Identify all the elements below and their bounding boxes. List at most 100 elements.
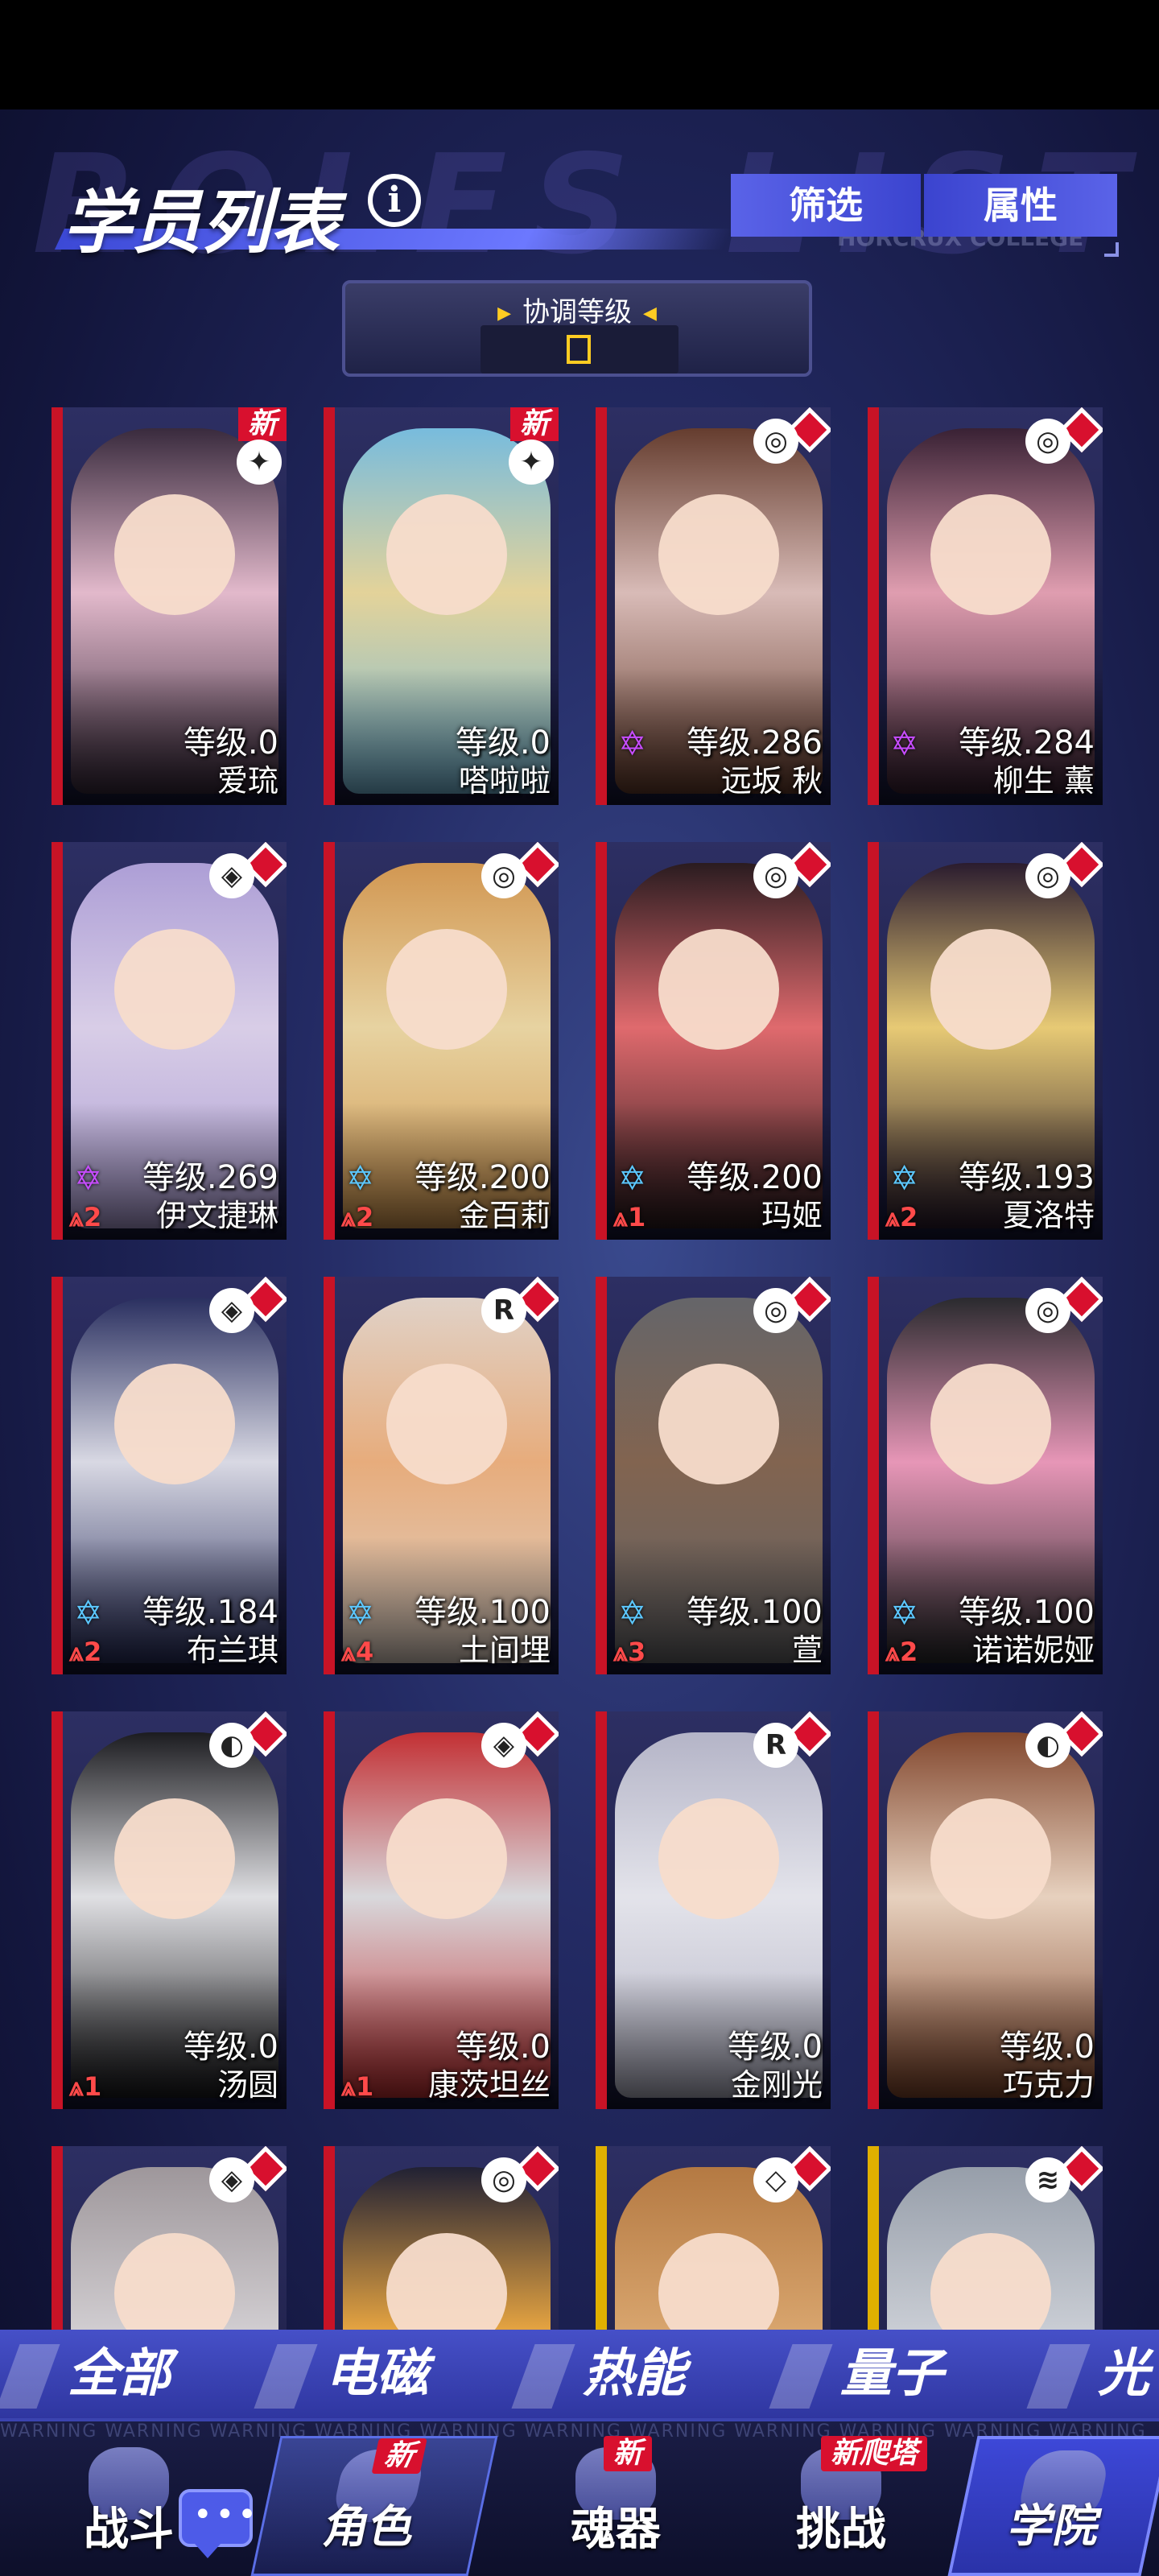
student-name: 玛姬 (761, 1198, 823, 1233)
status-bar (0, 0, 1159, 109)
star-icon: ✡ (890, 724, 919, 763)
tab-light[interactable]: 光 (1026, 2330, 1149, 2418)
character-face (114, 1798, 235, 1919)
star-icon: ✡ (74, 1593, 103, 1633)
star-icon: ✡ (618, 1593, 647, 1633)
character-face (930, 494, 1051, 615)
rank-indicator: ⩓2 (341, 1202, 374, 1232)
element-icon: ◎ (753, 853, 798, 898)
student-card[interactable]: ◐ 等级.0 巧克力 (868, 1711, 1103, 2109)
student-card[interactable]: ◎ ✡ ⩓3 等级.100 萱 (596, 1277, 831, 1674)
element-icon: ◈ (209, 1288, 254, 1333)
student-card[interactable]: ◎ ✡ ⩓1 等级.200 玛姬 (596, 842, 831, 1240)
student-name: 萱 (791, 1633, 823, 1668)
new-badge: 新 (604, 2436, 653, 2471)
nav-soul-label: 魂器 (571, 2504, 661, 2556)
tab-label: 电磁 (325, 2344, 428, 2404)
student-card[interactable]: ◎ ✡ ⩓2 等级.200 金百莉 (324, 842, 559, 1240)
character-face (658, 1364, 779, 1484)
nav-soul[interactable]: 新 魂器 (515, 2436, 716, 2576)
student-name: 巧克力 (1002, 2067, 1095, 2103)
student-card[interactable]: 新 ✦ 等级.0 嗒啦啦 (324, 407, 559, 805)
tab-chevron (0, 2344, 60, 2409)
student-name: 金刚光 (730, 2067, 823, 2103)
student-name: 汤圆 (217, 2067, 278, 2103)
tab-label: 热能 (583, 2344, 686, 2404)
rank-indicator: ⩓2 (885, 1637, 918, 1667)
character-face (930, 1798, 1051, 1919)
app-screen: ROLES LIST 学员列表 i HORCRUX COLLEGE 筛选 属性 … (0, 109, 1159, 2576)
star-icon: ✡ (346, 1593, 375, 1633)
character-face (658, 1798, 779, 1919)
student-card[interactable]: ◐ ⩓1 等级.0 汤圆 (52, 1711, 287, 2109)
student-name: 土间埋 (458, 1633, 551, 1668)
tab-thermal[interactable]: 热能 (511, 2330, 686, 2418)
tab-chevron (254, 2344, 318, 2409)
tab-quantum[interactable]: 量子 (769, 2330, 943, 2418)
new-badge: 新 (509, 407, 559, 441)
star-icon: ✡ (346, 1158, 375, 1198)
character-face (386, 929, 507, 1050)
star-icon: ✡ (890, 1158, 919, 1198)
nav-role[interactable]: 新 角色 (250, 2436, 498, 2576)
student-name: 远坂 秋 (720, 763, 823, 799)
student-name: 康茨坦丝 (427, 2067, 551, 2103)
character-face (658, 929, 779, 1050)
nav-challenge-label: 挑战 (796, 2504, 886, 2556)
element-icon: ◎ (481, 2157, 526, 2202)
chat-dots: ••• (193, 2496, 260, 2533)
character-face (114, 1364, 235, 1484)
student-card[interactable]: R ✡ ⩓4 等级.100 土间埋 (324, 1277, 559, 1674)
student-name: 嗒啦啦 (458, 763, 551, 799)
nav-academy-label: 学院 (1004, 2500, 1106, 2553)
student-card[interactable]: ◈ ✡ ⩓2 等级.184 布兰琪 (52, 1277, 287, 1674)
character-face (386, 494, 507, 615)
new-badge: 新 (371, 2438, 427, 2474)
element-tab-bar: 全部 电磁 热能 量子 光 (0, 2330, 1159, 2418)
character-face (930, 1364, 1051, 1484)
nav-role-label: 角色 (319, 2501, 421, 2553)
chat-bubble-icon[interactable]: ••• (179, 2489, 257, 2547)
student-card[interactable]: ◎ ✡ 等级.284 柳生 薰 (868, 407, 1103, 805)
student-name: 爱琉 (217, 763, 278, 799)
student-name: 布兰琪 (186, 1633, 278, 1668)
rank-indicator: ⩓1 (341, 2071, 374, 2102)
student-card[interactable]: 新 ✦ 等级.0 爱琉 (52, 407, 287, 805)
element-icon: R (753, 1723, 798, 1768)
element-icon: ◎ (481, 853, 526, 898)
student-name: 夏洛特 (1002, 1198, 1095, 1233)
student-card[interactable]: ◎ ✡ ⩓2 等级.100 诺诺妮娅 (868, 1277, 1103, 1674)
student-card[interactable]: ◈ ⩓1 等级.0 康茨坦丝 (324, 1711, 559, 2109)
element-icon: ◎ (753, 1288, 798, 1333)
element-icon: ✦ (237, 440, 282, 485)
new-badge: 新 (237, 407, 287, 441)
rank-indicator: ⩓4 (341, 1637, 374, 1667)
element-icon: R (481, 1288, 526, 1333)
student-card[interactable]: ◎ ✡ 等级.286 远坂 秋 (596, 407, 831, 805)
star-icon: ✡ (890, 1593, 919, 1633)
tab-chevron (1026, 2344, 1091, 2409)
nav-challenge[interactable]: 新爬塔 挑战 (740, 2436, 942, 2576)
character-face (930, 929, 1051, 1050)
element-icon: ◈ (209, 853, 254, 898)
tab-electromagnetic[interactable]: 电磁 (254, 2330, 428, 2418)
element-icon: ◎ (1025, 1288, 1070, 1333)
rank-indicator: ⩓3 (613, 1637, 646, 1667)
tab-label: 光 (1098, 2344, 1149, 2404)
rank-indicator: ⩓1 (613, 1202, 646, 1232)
tab-all[interactable]: 全部 (0, 2330, 171, 2418)
star-icon: ✡ (618, 1158, 647, 1198)
student-card[interactable]: ◎ ✡ ⩓2 等级.193 夏洛特 (868, 842, 1103, 1240)
character-face (386, 1798, 507, 1919)
nav-academy[interactable]: 学院 (947, 2436, 1159, 2576)
character-face (658, 494, 779, 615)
element-icon: ◈ (209, 2157, 254, 2202)
student-name: 伊文捷琳 (155, 1198, 278, 1233)
star-icon: ✡ (618, 724, 647, 763)
element-icon: ◈ (481, 1723, 526, 1768)
character-face (114, 929, 235, 1050)
student-card[interactable]: R 等级.0 金刚光 (596, 1711, 831, 2109)
element-icon: ✦ (509, 440, 554, 485)
element-icon: ◐ (1025, 1723, 1070, 1768)
student-card[interactable]: ◈ ✡ ⩓2 等级.269 伊文捷琳 (52, 842, 287, 1240)
